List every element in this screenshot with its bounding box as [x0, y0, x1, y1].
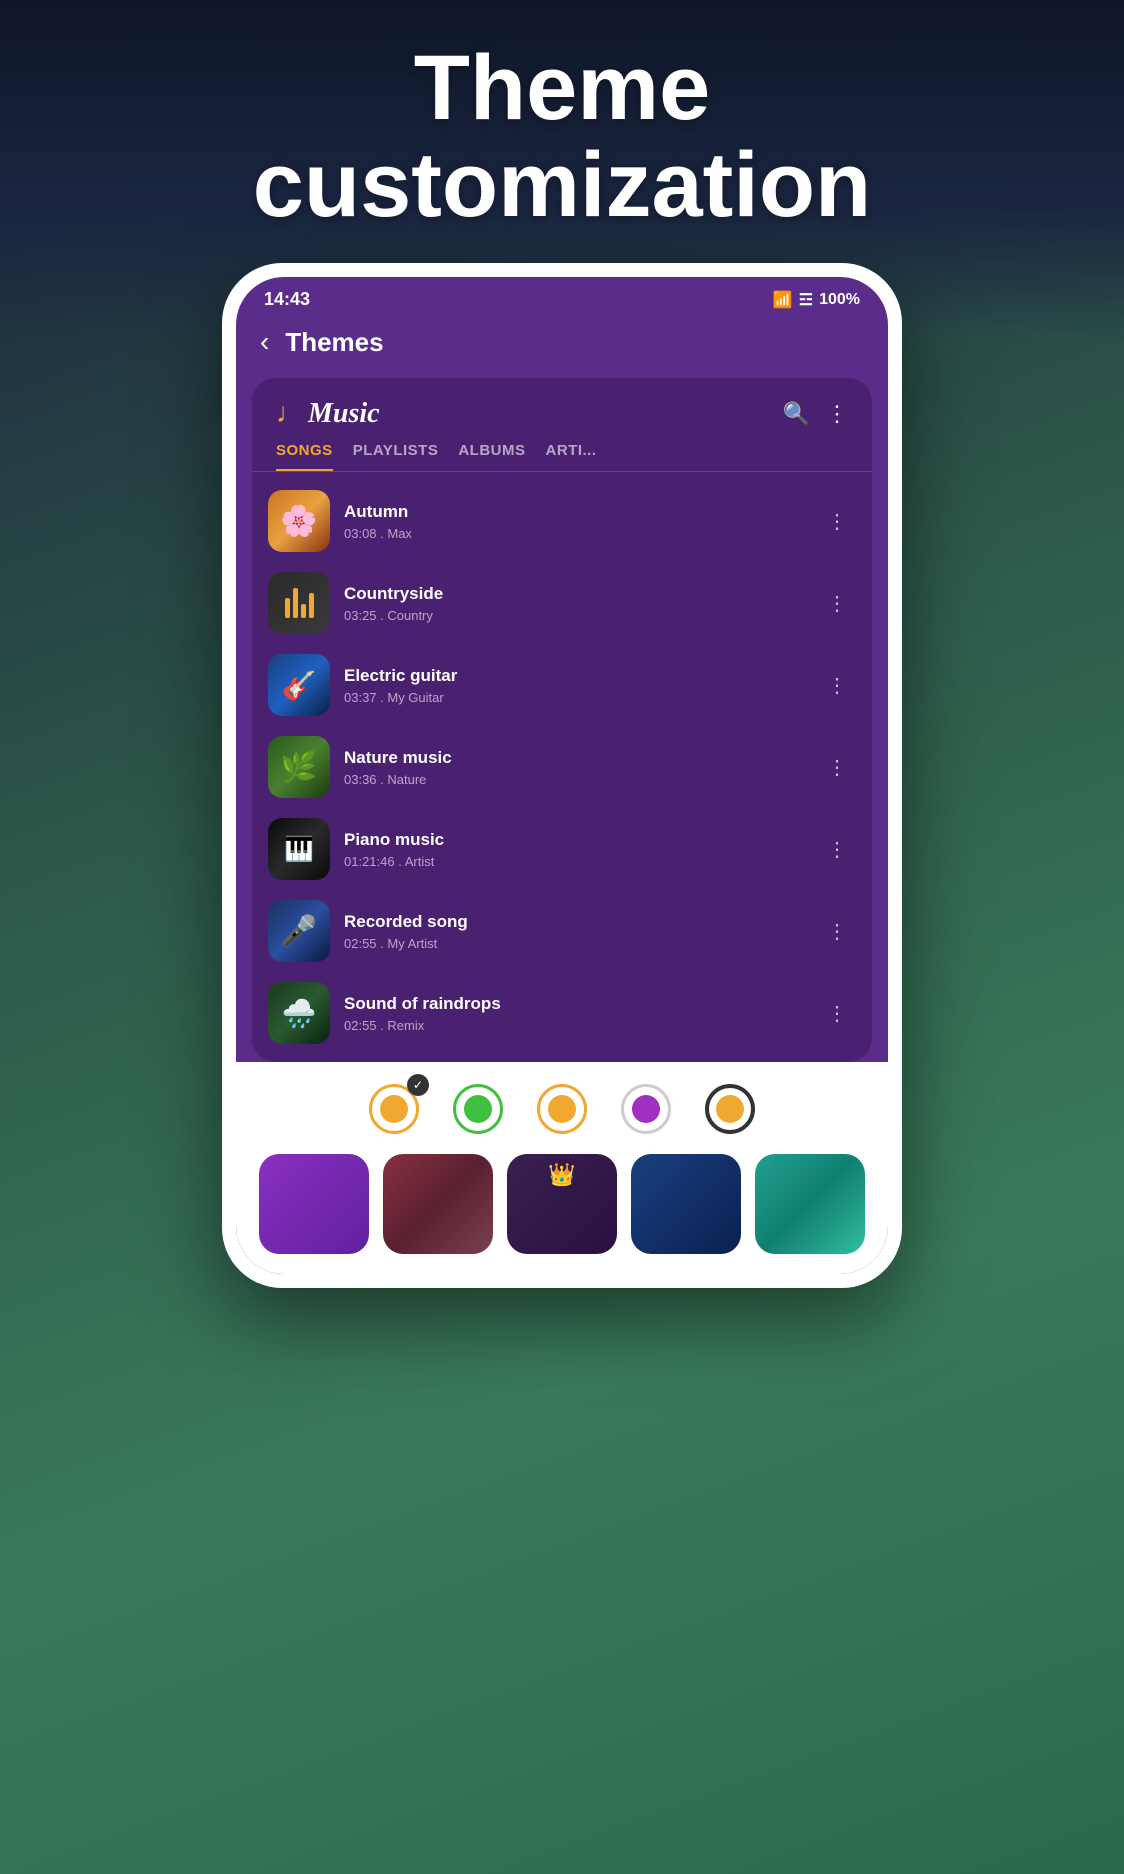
- music-card: Music 🔍 ⋮ SONGS PLAYLISTS ALBUMS ARTI...…: [252, 378, 872, 1062]
- more-options-icon[interactable]: ⋮: [826, 401, 848, 427]
- song-more-button[interactable]: ⋮: [819, 833, 856, 866]
- song-info-nature: Nature music 03:36 . Nature: [344, 748, 805, 787]
- theme-dot-1[interactable]: ✓: [363, 1078, 425, 1140]
- list-item[interactable]: 🌸 Autumn 03:08 . Max ⋮: [252, 480, 872, 562]
- theme-swatch-blue[interactable]: [631, 1154, 741, 1254]
- song-more-button[interactable]: ⋮: [819, 669, 856, 702]
- song-meta: 03:08 . Max: [344, 526, 805, 541]
- phone-screen: 14:43 📶 ☲ 100% ‹ Themes Music 🔍 ⋮: [236, 277, 888, 1274]
- song-thumbnail-recorded: 🎤: [268, 900, 330, 962]
- song-info-recorded: Recorded song 02:55 . My Artist: [344, 912, 805, 951]
- song-meta: 02:55 . My Artist: [344, 936, 805, 951]
- time-display: 14:43: [264, 289, 310, 310]
- status-bar: 14:43 📶 ☲ 100%: [236, 277, 888, 316]
- phone-mockup: 14:43 📶 ☲ 100% ‹ Themes Music 🔍 ⋮: [222, 263, 902, 1288]
- song-info-electric: Electric guitar 03:37 . My Guitar: [344, 666, 805, 705]
- wifi-icon: 📶: [773, 290, 793, 310]
- song-info-piano: Piano music 01:21:46 . Artist: [344, 830, 805, 869]
- song-meta: 03:37 . My Guitar: [344, 690, 805, 705]
- tab-songs[interactable]: SONGS: [276, 442, 333, 471]
- theme-dot-5[interactable]: [699, 1078, 761, 1140]
- song-name: Autumn: [344, 502, 805, 522]
- music-top-bar: Music 🔍 ⋮: [252, 378, 872, 442]
- tab-playlists[interactable]: PLAYLISTS: [353, 442, 439, 471]
- list-item[interactable]: 🎹 Piano music 01:21:46 . Artist ⋮: [252, 808, 872, 890]
- song-name: Electric guitar: [344, 666, 805, 686]
- phone-bottom: ✓: [236, 1062, 888, 1274]
- theme-dot-3[interactable]: [531, 1078, 593, 1140]
- status-icons: 📶 ☲ 100%: [773, 290, 860, 310]
- song-thumbnail-nature: 🌿: [268, 736, 330, 798]
- song-list: 🌸 Autumn 03:08 . Max ⋮: [252, 480, 872, 1054]
- tab-albums[interactable]: ALBUMS: [458, 442, 525, 471]
- page-header: Theme customization: [213, 40, 911, 233]
- search-icon[interactable]: 🔍: [783, 401, 810, 427]
- song-more-button[interactable]: ⋮: [819, 587, 856, 620]
- mic-icon: 🎤: [280, 914, 317, 949]
- song-meta: 02:55 . Remix: [344, 1018, 805, 1033]
- list-item[interactable]: 🎸 Electric guitar 03:37 . My Guitar ⋮: [252, 644, 872, 726]
- song-name: Piano music: [344, 830, 805, 850]
- theme-swatch-red[interactable]: [383, 1154, 493, 1254]
- app-nav-header: ‹ Themes: [236, 316, 888, 378]
- tab-artists[interactable]: ARTI...: [546, 442, 597, 471]
- song-name: Nature music: [344, 748, 805, 768]
- raindrops-icon: 🌧️: [282, 997, 317, 1030]
- list-item[interactable]: 🌿 Nature music 03:36 . Nature ⋮: [252, 726, 872, 808]
- theme-swatches: 👑: [252, 1154, 872, 1254]
- song-info-countryside: Countryside 03:25 . Country: [344, 584, 805, 623]
- app-title: Themes: [285, 327, 383, 358]
- back-button[interactable]: ‹: [260, 326, 269, 358]
- battery-label: 100%: [819, 291, 860, 309]
- theme-swatch-dark[interactable]: 👑: [507, 1154, 617, 1254]
- list-item[interactable]: 🌧️ Sound of raindrops 02:55 . Remix ⋮: [252, 972, 872, 1054]
- song-meta: 01:21:46 . Artist: [344, 854, 805, 869]
- selected-badge: ✓: [407, 1074, 429, 1096]
- page-title: Theme customization: [253, 40, 871, 233]
- song-more-button[interactable]: ⋮: [819, 915, 856, 948]
- song-name: Countryside: [344, 584, 805, 604]
- list-item[interactable]: 🎤 Recorded song 02:55 . My Artist ⋮: [252, 890, 872, 972]
- theme-dots: ✓: [252, 1078, 872, 1140]
- song-name: Sound of raindrops: [344, 994, 805, 1014]
- audio-bars-icon: [285, 588, 314, 618]
- theme-swatch-purple[interactable]: [259, 1154, 369, 1254]
- tabs: SONGS PLAYLISTS ALBUMS ARTI...: [252, 442, 872, 472]
- piano-icon: 🎹: [284, 835, 314, 864]
- theme-dot-4[interactable]: [615, 1078, 677, 1140]
- song-thumbnail-raindrops: 🌧️: [268, 982, 330, 1044]
- song-more-button[interactable]: ⋮: [819, 997, 856, 1030]
- song-info-autumn: Autumn 03:08 . Max: [344, 502, 805, 541]
- song-meta: 03:36 . Nature: [344, 772, 805, 787]
- song-thumbnail-autumn: 🌸: [268, 490, 330, 552]
- song-thumbnail-electric: 🎸: [268, 654, 330, 716]
- song-info-raindrops: Sound of raindrops 02:55 . Remix: [344, 994, 805, 1033]
- music-actions: 🔍 ⋮: [783, 401, 848, 427]
- song-meta: 03:25 . Country: [344, 608, 805, 623]
- song-more-button[interactable]: ⋮: [819, 505, 856, 538]
- theme-swatch-teal[interactable]: [755, 1154, 865, 1254]
- leaf-icon: 🌿: [280, 750, 317, 785]
- song-name: Recorded song: [344, 912, 805, 932]
- song-thumbnail-piano: 🎹: [268, 818, 330, 880]
- signal-icon: ☲: [799, 290, 813, 310]
- music-logo: Music: [276, 398, 380, 430]
- crown-icon: 👑: [548, 1162, 575, 1188]
- theme-dot-2[interactable]: [447, 1078, 509, 1140]
- guitar-icon: 🎸: [282, 669, 317, 702]
- song-more-button[interactable]: ⋮: [819, 751, 856, 784]
- flower-icon: 🌸: [280, 504, 317, 539]
- list-item[interactable]: Countryside 03:25 . Country ⋮: [252, 562, 872, 644]
- song-thumbnail-countryside: [268, 572, 330, 634]
